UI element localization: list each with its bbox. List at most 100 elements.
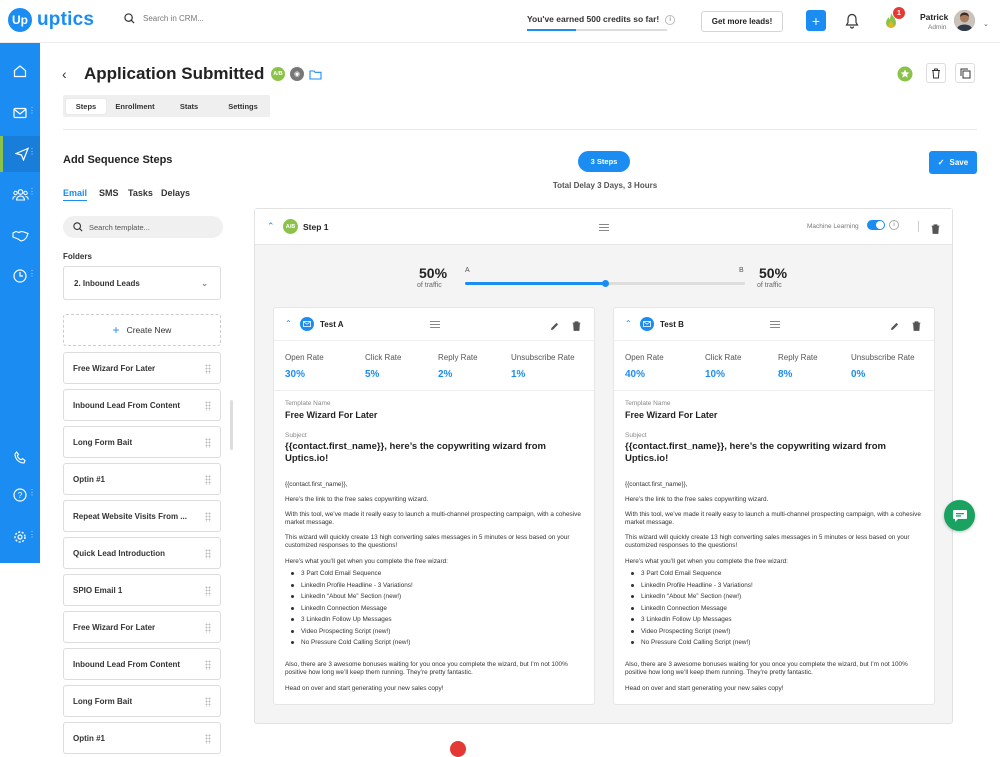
info-icon[interactable]: i <box>665 14 676 25</box>
template-item[interactable]: Repeat Website Visits From ... <box>63 500 221 532</box>
drag-handle-icon[interactable] <box>205 586 211 596</box>
chevron-up-icon[interactable]: ⌃ <box>267 221 275 232</box>
template-item[interactable]: Free Wizard For Later <box>63 352 221 384</box>
test-header: ⌃ Test B <box>614 308 934 341</box>
email-paragraph: Also, there are 3 awesome bonuses waitin… <box>285 661 568 676</box>
more-icon[interactable]: ⋮ <box>28 270 36 278</box>
subtab-sms[interactable]: SMS <box>99 188 119 198</box>
create-new-button[interactable]: + Create New <box>63 314 221 346</box>
folder-select[interactable]: 2. Inbound Leads ⌄ <box>63 266 221 300</box>
tab-stats[interactable]: Stats <box>169 99 209 114</box>
step-title: Step 1 <box>303 222 329 232</box>
drag-handle-icon[interactable] <box>205 475 211 485</box>
template-name: Free Wizard For Later <box>625 410 718 420</box>
crm-search[interactable]: Search in CRM... <box>124 13 204 24</box>
more-icon[interactable]: ⋮ <box>28 148 36 156</box>
template-item[interactable]: Long Form Bait <box>63 685 221 717</box>
bell-icon[interactable] <box>845 13 859 34</box>
save-button[interactable]: ✓ Save <box>929 151 977 174</box>
more-icon[interactable]: ⋮ <box>28 107 36 115</box>
sidebar-item-deals[interactable] <box>0 218 40 254</box>
split-slider-handle[interactable] <box>602 280 609 287</box>
subtab-email[interactable]: Email <box>63 188 88 201</box>
tab-steps[interactable]: Steps <box>66 99 106 114</box>
logo[interactable]: Up uptics <box>8 8 94 32</box>
subtab-tasks[interactable]: Tasks <box>128 188 153 198</box>
template-item[interactable]: Quick Lead Introduction <box>63 537 221 569</box>
trash-icon[interactable] <box>572 318 581 336</box>
ab-badge: A/B <box>271 67 285 81</box>
template-search-input[interactable]: Search template... <box>63 216 223 238</box>
template-item-label: Free Wizard For Later <box>73 363 156 373</box>
get-more-leads-button[interactable]: Get more leads! <box>701 11 783 32</box>
template-item[interactable]: Inbound Lead From Content <box>63 389 221 421</box>
drag-handle-icon[interactable] <box>205 623 211 633</box>
more-icon[interactable]: ⋮ <box>28 489 36 497</box>
drag-handle-icon[interactable] <box>770 321 780 328</box>
template-item-label: Free Wizard For Later <box>73 622 156 632</box>
edit-icon[interactable] <box>550 318 559 336</box>
subtab-delays[interactable]: Delays <box>161 188 190 198</box>
more-icon[interactable]: ⋮ <box>28 188 36 196</box>
chevron-down-icon[interactable]: ⌄ <box>983 20 989 28</box>
drag-handle-icon[interactable] <box>205 512 211 522</box>
trash-icon[interactable] <box>931 221 940 239</box>
template-list-scrollbar[interactable] <box>230 400 233 450</box>
sidebar-item-phone[interactable] <box>0 439 40 475</box>
tab-enrollment[interactable]: Enrollment <box>110 99 160 114</box>
email-bullet: LinkedIn “About Me” Section (new!) <box>285 593 585 605</box>
machine-learning-toggle[interactable] <box>867 220 885 230</box>
stat-value: 2% <box>438 369 453 380</box>
tab-settings[interactable]: Settings <box>221 99 265 114</box>
email-bullet-list: 3 Part Cold Email Sequence LinkedIn Profi… <box>625 570 925 651</box>
template-item[interactable]: Inbound Lead From Content <box>63 648 221 680</box>
drag-handle-icon[interactable] <box>205 401 211 411</box>
drag-handle-icon[interactable] <box>205 364 211 374</box>
sidebar-item-settings[interactable]: ⋮ <box>0 519 40 555</box>
folder-select-value: 2. Inbound Leads <box>74 278 140 288</box>
user-name[interactable]: Patrick <box>920 12 948 22</box>
template-item[interactable]: Long Form Bait <box>63 426 221 458</box>
sidebar-item-sequences[interactable]: ⋮ <box>0 136 40 172</box>
template-item[interactable]: Optin #1 <box>63 722 221 754</box>
drag-handle-icon[interactable] <box>205 438 211 448</box>
avatar[interactable] <box>954 10 975 31</box>
search-icon <box>124 13 135 24</box>
drag-handle-icon[interactable] <box>599 224 609 231</box>
drag-handle-icon[interactable] <box>205 549 211 559</box>
email-bullet-list: 3 Part Cold Email Sequence LinkedIn Profi… <box>285 570 585 651</box>
info-icon[interactable]: i <box>889 220 899 230</box>
sidebar-item-contacts[interactable]: ⋮ <box>0 176 40 212</box>
folders-label: Folders <box>63 252 92 261</box>
star-icon[interactable] <box>897 66 913 87</box>
more-icon[interactable]: ⋮ <box>28 531 36 539</box>
divider <box>63 129 977 130</box>
chevron-up-icon[interactable]: ⌃ <box>625 319 632 328</box>
chevron-up-icon[interactable]: ⌃ <box>285 319 292 328</box>
split-a-letter: A <box>465 267 470 274</box>
template-item[interactable]: Free Wizard For Later <box>63 611 221 643</box>
preview-icon[interactable]: ◉ <box>290 67 304 81</box>
drag-handle-icon[interactable] <box>205 734 211 744</box>
sidebar-item-home[interactable] <box>0 53 40 89</box>
drag-handle-icon[interactable] <box>205 660 211 670</box>
back-button[interactable]: ‹ <box>62 66 67 82</box>
edit-icon[interactable] <box>890 318 899 336</box>
template-search-placeholder: Search template... <box>89 222 150 232</box>
drag-handle-icon[interactable] <box>430 321 440 328</box>
duplicate-sequence-button[interactable] <box>955 63 975 83</box>
sidebar-item-mail[interactable]: ⋮ <box>0 95 40 131</box>
sidebar-item-help[interactable]: ? ⋮ <box>0 477 40 513</box>
sidebar-item-analytics[interactable]: ⋮ <box>0 258 40 294</box>
email-paragraph: Here’s the link to the free sales copywr… <box>285 496 429 503</box>
chat-button[interactable] <box>944 500 975 531</box>
split-slider[interactable] <box>465 280 745 287</box>
delete-sequence-button[interactable] <box>926 63 946 83</box>
trash-icon[interactable] <box>912 318 921 336</box>
email-bullet: LinkedIn “About Me” Section (new!) <box>625 593 925 605</box>
folder-icon[interactable] <box>309 67 322 85</box>
template-item[interactable]: Optin #1 <box>63 463 221 495</box>
drag-handle-icon[interactable] <box>205 697 211 707</box>
template-item[interactable]: SPIO Email 1 <box>63 574 221 606</box>
add-button[interactable]: + <box>806 10 826 31</box>
